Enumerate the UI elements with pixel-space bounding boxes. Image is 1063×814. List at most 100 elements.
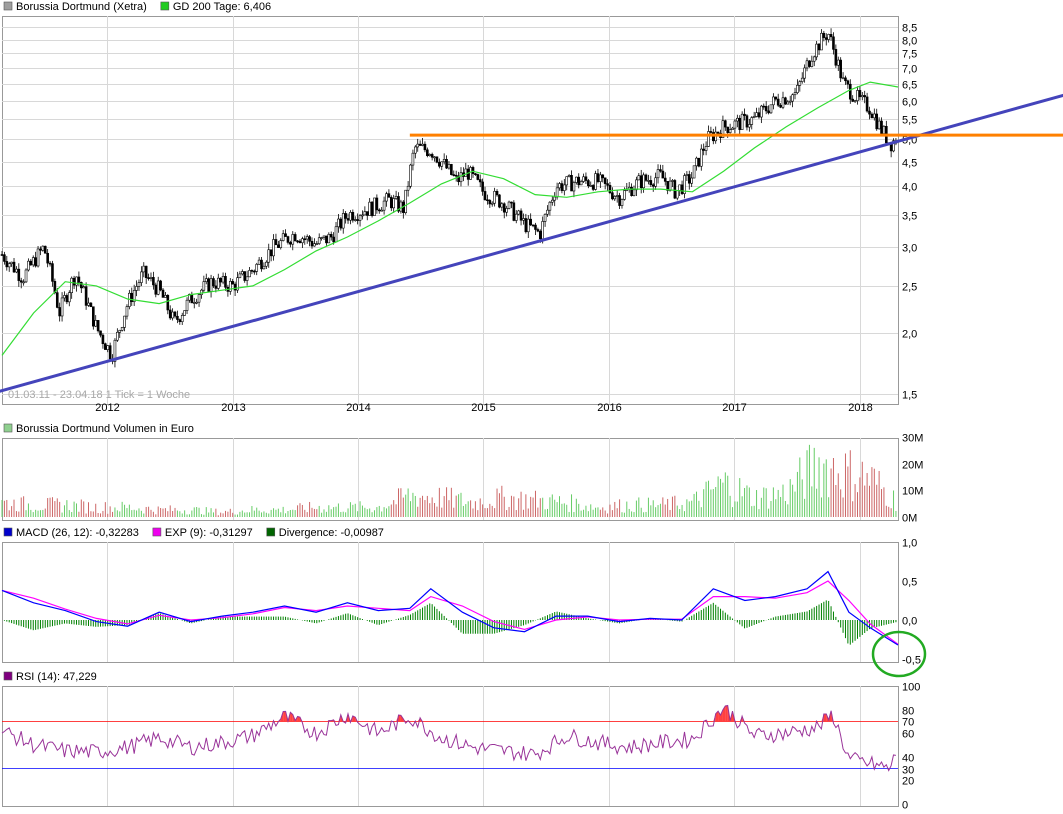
candle-body: [858, 90, 862, 98]
candle-body: [12, 261, 16, 273]
candle-body: [192, 302, 196, 304]
candle-body: [409, 164, 412, 187]
candle-body: [464, 168, 468, 177]
candle-body: [820, 32, 823, 51]
candle-body: [606, 183, 609, 186]
candle-body: [87, 302, 90, 306]
candle-body: [3, 254, 6, 262]
macd-tick-label: 0,5: [902, 577, 917, 589]
rsi-overbought-fill: [725, 705, 728, 722]
candle-body: [728, 129, 732, 133]
candle-body: [77, 276, 81, 283]
candle-body: [233, 283, 237, 291]
candle-body: [493, 191, 496, 204]
candle-body: [349, 212, 352, 221]
candle-body: [120, 327, 124, 331]
candle-body: [466, 168, 470, 180]
candle-body: [387, 193, 391, 198]
candle-body: [442, 159, 446, 163]
candle-body: [389, 197, 393, 209]
candle-body: [24, 269, 28, 283]
candle-body: [584, 176, 588, 181]
candle-body: [404, 189, 408, 213]
candle-body: [15, 268, 18, 273]
candle-body: [548, 201, 552, 211]
macd-legend-swatch: [3, 527, 13, 537]
candle-body: [277, 244, 280, 248]
rsi-tick-label: 100: [902, 682, 920, 694]
candle-body: [675, 190, 679, 199]
candle-body: [589, 185, 593, 187]
rsi-overbought-fill: [823, 713, 827, 722]
x-tick-label: 2012: [95, 402, 119, 414]
candle-body: [839, 59, 842, 79]
candle-body: [526, 218, 530, 233]
rsi-overbought-fill: [398, 714, 401, 722]
candle-body: [488, 200, 492, 205]
candle-body: [690, 177, 693, 184]
candle-body: [695, 157, 698, 167]
rsi-tick-label: 0: [902, 800, 908, 812]
macd-tick-label: 1,0: [902, 538, 917, 550]
macd-legend-label: EXP (9): -0,31297: [165, 527, 253, 539]
candle-body: [760, 105, 763, 118]
candle-body: [202, 281, 206, 291]
candle-body: [733, 120, 737, 129]
candle-body: [353, 219, 357, 221]
candle-body: [615, 195, 619, 197]
candle-body: [5, 261, 9, 268]
candle-body: [72, 277, 76, 286]
rsi-legend-label: RSI (14): 47,229: [16, 671, 97, 683]
candle-body: [385, 193, 388, 202]
candle-body: [19, 280, 23, 283]
candle-body: [812, 56, 816, 62]
price-tick-label: 7,5: [902, 49, 917, 61]
candle-body: [572, 182, 576, 192]
candle-body: [337, 218, 340, 228]
candle-body: [325, 235, 328, 244]
candle-body: [272, 239, 275, 257]
candle-body: [447, 164, 451, 169]
price-tick-label: 6,0: [902, 97, 917, 109]
candle-body: [483, 191, 487, 201]
candle-body: [524, 218, 528, 233]
candle-body: [805, 60, 809, 69]
candle-body: [471, 167, 475, 174]
candle-body: [301, 238, 304, 244]
candle-body: [743, 113, 746, 116]
candle-body: [118, 330, 122, 333]
candle-body: [663, 177, 667, 182]
candle-body: [60, 297, 64, 317]
candle-body: [822, 32, 826, 38]
macd-tick-label: 0,0: [902, 616, 917, 628]
candle-body: [656, 169, 660, 179]
volume-legend-label: Borussia Dortmund Volumen in Euro: [16, 423, 194, 435]
candle-body: [248, 270, 251, 278]
candle-body: [587, 180, 590, 187]
candle-body: [618, 195, 621, 206]
candle-body: [829, 34, 833, 38]
candle-body: [577, 176, 581, 186]
candle-body: [296, 240, 299, 243]
candle-body: [599, 174, 602, 182]
candle-body: [101, 334, 105, 345]
candle-body: [291, 234, 295, 245]
candle-body: [522, 218, 525, 221]
volume-tick-label: 20M: [902, 460, 923, 472]
candle-body: [438, 161, 441, 167]
candle-body: [860, 95, 864, 98]
candle-body: [421, 143, 424, 146]
candle-body: [106, 345, 110, 350]
candle-body: [257, 259, 261, 265]
candle-body: [51, 263, 54, 282]
candle-body: [709, 131, 713, 133]
candle-body: [320, 237, 323, 239]
candle-body: [363, 211, 367, 216]
candle-body: [315, 243, 319, 245]
candle-body: [0, 254, 4, 256]
candle-body: [178, 319, 182, 323]
price-tick-label: 4,5: [902, 158, 917, 170]
candle-body: [241, 271, 244, 275]
candle-body: [800, 77, 804, 82]
volume-legend-swatch: [3, 423, 13, 433]
